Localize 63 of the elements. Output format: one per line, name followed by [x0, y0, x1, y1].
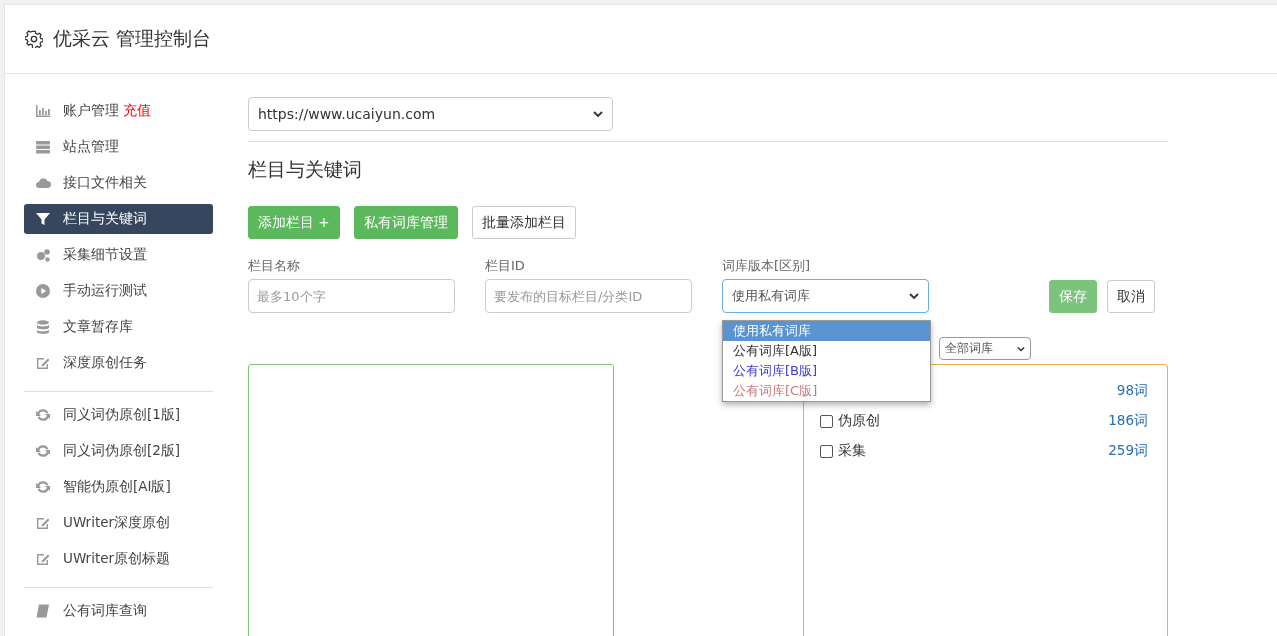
caret-icon — [909, 292, 919, 300]
sidebar-item[interactable]: UWriter深度原创 — [24, 508, 213, 538]
sidebar-item[interactable]: 账户管理 充值 — [24, 96, 213, 126]
sidebar-label: 采集细节设置 — [63, 246, 147, 264]
sidebar-item[interactable]: 站点管理 — [24, 132, 213, 162]
refresh-icon — [35, 407, 51, 423]
cloud-icon — [35, 175, 51, 191]
library-select[interactable]: 使用私有词库 — [722, 279, 929, 313]
refresh-icon — [35, 443, 51, 459]
sidebar-label: 接口文件相关 — [63, 174, 147, 192]
sidebar-label: 同义词伪原创[2版] — [63, 442, 181, 460]
edit-icon — [35, 551, 51, 567]
sidebar-label: 手动运行测试 — [63, 282, 147, 300]
app-title: 优采云 管理控制台 — [53, 26, 212, 51]
dropdown-option[interactable]: 公有词库[B版] — [723, 361, 930, 381]
word-count: 259词 — [1108, 442, 1148, 460]
sidebar-item[interactable]: 文章暂存库 — [24, 312, 213, 342]
field-label: 栏目ID — [485, 257, 526, 275]
caret-icon — [1017, 344, 1025, 353]
id-input-field[interactable]: 要发布的目标栏目/分类ID — [485, 279, 692, 313]
sidebar-item[interactable]: 智能伪原创[AI版] — [24, 472, 213, 502]
cancel-button[interactable]: 取消 — [1107, 280, 1155, 313]
name-input-field[interactable]: 最多10个字 — [248, 279, 455, 313]
sidebar-item[interactable]: 公有词库查询 — [24, 596, 213, 626]
sidebar-item[interactable]: 采集细节设置 — [24, 240, 213, 270]
sidebar-item[interactable]: 同义词伪原创[1版] — [24, 400, 213, 430]
site-select[interactable]: https://www.ucaiyun.com — [248, 97, 613, 131]
sidebar-label: 智能伪原创[AI版] — [63, 478, 171, 496]
word-count: 98词 — [1116, 382, 1148, 400]
library-checkbox[interactable]: 伪原创 — [820, 412, 880, 430]
caret-icon — [593, 110, 603, 118]
field-label: 栏目名称 — [248, 257, 301, 275]
sidebar-label: 深度原创任务 — [63, 354, 147, 372]
sidebar-item[interactable]: 栏目与关键词 — [24, 204, 213, 234]
edit-icon — [35, 355, 51, 371]
server-icon — [35, 139, 51, 155]
section-title: 栏目与关键词 — [248, 157, 363, 182]
sidebar-label: UWriter深度原创 — [63, 514, 171, 532]
library-checkbox[interactable]: 采集 — [820, 442, 866, 460]
chart-icon — [35, 103, 51, 119]
sidebar-label: 栏目与关键词 — [63, 210, 147, 228]
sidebar-item[interactable]: 深度原创任务 — [24, 348, 213, 378]
sidebar-item[interactable]: 接口文件相关 — [24, 168, 213, 198]
sidebar-item[interactable]: UWriter原创标题 — [24, 544, 213, 574]
database-icon — [35, 319, 51, 335]
sidebar-label: 文章暂存库 — [63, 318, 133, 336]
settings-icon — [25, 30, 43, 48]
sidebar-label: UWriter原创标题 — [63, 550, 171, 568]
field-label: 词库版本[区别] — [722, 257, 812, 275]
filter-icon — [35, 211, 51, 227]
edit-icon — [35, 515, 51, 531]
sidebar-item[interactable]: 同义词伪原创[2版] — [24, 436, 213, 466]
dropdown-option[interactable]: 公有词库[A版] — [723, 341, 930, 361]
play-icon — [35, 283, 51, 299]
sidebar-label: 同义词伪原创[1版] — [63, 406, 181, 424]
sidebar-item[interactable]: 手动运行测试 — [24, 276, 213, 306]
filter-select[interactable]: 全部词库 — [939, 337, 1031, 360]
toolbar-button[interactable]: 批量添加栏目 — [471, 206, 576, 239]
sidebar-label: 公有词库查询 — [63, 602, 147, 620]
refresh-icon — [35, 479, 51, 495]
sidebar-label: 站点管理 — [63, 138, 119, 156]
sidebar-label: 账户管理 充值 — [63, 102, 152, 120]
word-count: 186词 — [1108, 412, 1148, 430]
